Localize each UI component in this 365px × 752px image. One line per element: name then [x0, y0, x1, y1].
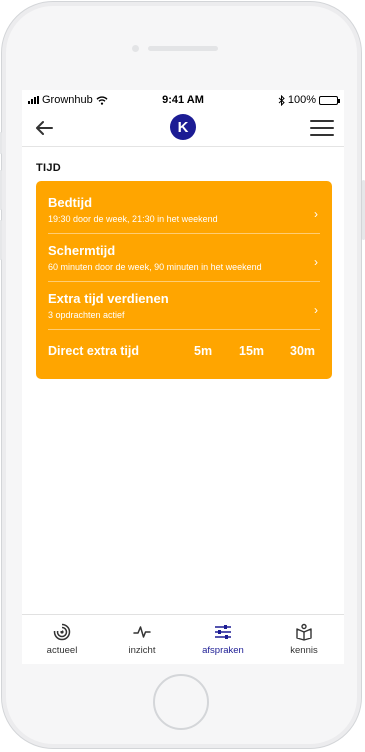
speaker-grille [148, 46, 218, 51]
extra-15m-button[interactable]: 15m [239, 344, 264, 358]
mute-switch [0, 132, 2, 154]
extra-30m-button[interactable]: 30m [290, 344, 315, 358]
screentime-row[interactable]: Schermtijd 60 minuten door de week, 90 m… [48, 243, 320, 282]
direct-extra-time-label: Direct extra tijd [48, 344, 140, 358]
hamburger-menu-icon[interactable] [310, 116, 334, 140]
tab-label: inzicht [128, 645, 156, 656]
back-button[interactable] [32, 116, 56, 140]
app-screen: Grownhub 9:41 AM 100% K TIJD Bedtijd 19:… [22, 90, 344, 664]
chevron-right-icon: › [314, 303, 318, 317]
extra-5m-button[interactable]: 5m [194, 344, 212, 358]
app-logo: K [170, 114, 196, 140]
chevron-right-icon: › [314, 207, 318, 221]
tab-inzicht[interactable]: inzicht [102, 615, 182, 664]
tab-label: kennis [290, 645, 318, 656]
front-camera [132, 45, 139, 52]
row-title: Extra tijd verdienen [48, 291, 169, 306]
row-subtitle: 60 minuten door de week, 90 minuten in h… [48, 262, 262, 272]
book-icon [296, 623, 312, 641]
tab-label: afspraken [202, 645, 244, 656]
section-title: TIJD [36, 162, 62, 174]
row-subtitle: 19:30 door de week, 21:30 in het weekend [48, 214, 218, 224]
battery-icon [319, 95, 340, 105]
direct-extra-time: Direct extra tijd 5m 15m 30m [48, 343, 320, 363]
sliders-icon [215, 625, 231, 639]
bluetooth-icon [278, 94, 285, 106]
tab-actueel[interactable]: actueel [22, 615, 102, 664]
row-title: Schermtijd [48, 243, 116, 258]
battery-percentage: 100% [287, 94, 316, 106]
earn-extra-time-row[interactable]: Extra tijd verdienen 3 opdrachten actief… [48, 291, 320, 330]
home-button[interactable] [153, 674, 209, 730]
pulse-icon [133, 626, 151, 638]
time-settings-card: Bedtijd 19:30 door de week, 21:30 in het… [36, 181, 332, 379]
volume-down-button [0, 220, 2, 260]
navigation-bar: K [22, 110, 344, 147]
row-title: Bedtijd [48, 195, 93, 210]
tab-afspraken[interactable]: afspraken [183, 615, 263, 664]
row-subtitle: 3 opdrachten actief [48, 310, 125, 320]
chevron-right-icon: › [314, 255, 318, 269]
tab-kennis[interactable]: kennis [264, 615, 344, 664]
radar-icon [53, 623, 71, 641]
tab-bar: actueel inzicht afspraken kennis [22, 614, 344, 664]
bedtime-row[interactable]: Bedtijd 19:30 door de week, 21:30 in het… [48, 195, 320, 234]
volume-up-button [0, 170, 2, 210]
tab-label: actueel [46, 645, 78, 656]
status-bar: Grownhub 9:41 AM 100% [22, 90, 344, 110]
arrow-left-icon [36, 121, 53, 135]
